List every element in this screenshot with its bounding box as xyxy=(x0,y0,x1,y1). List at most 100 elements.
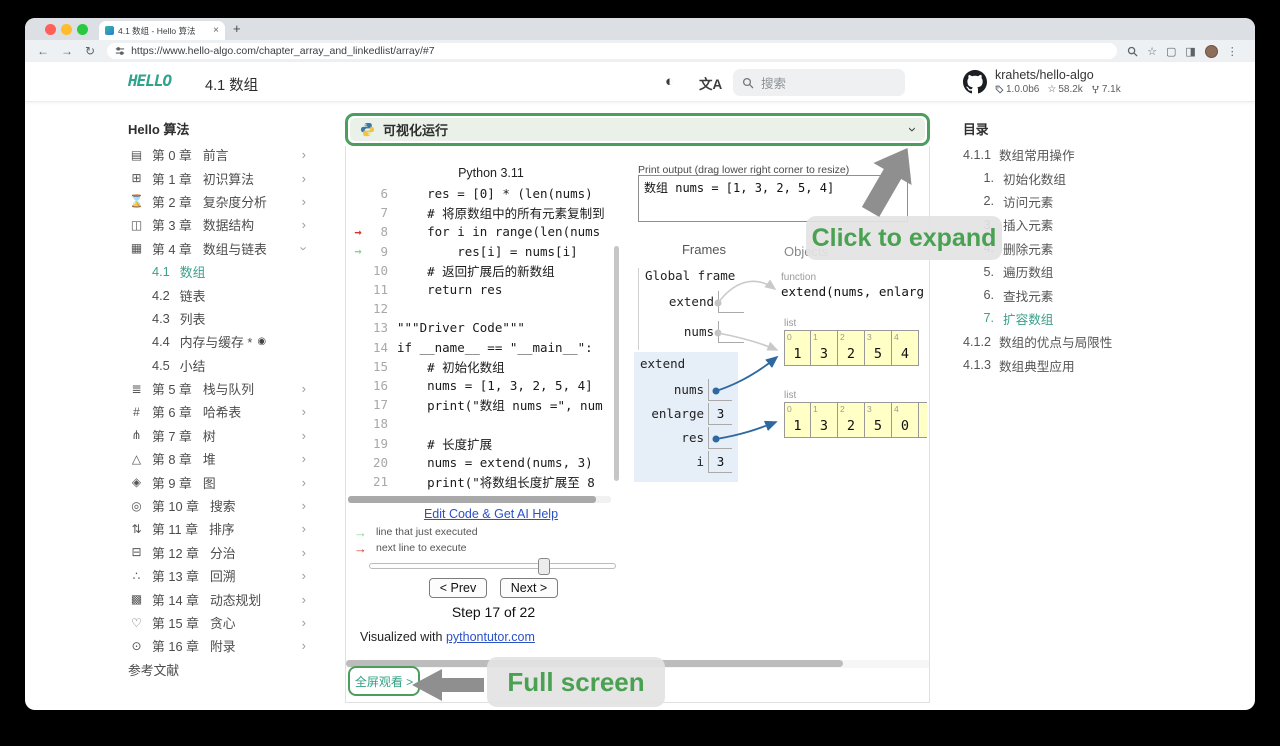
sidebar-chapter-item[interactable]: ⇅第 11 章排序› xyxy=(128,517,306,540)
chevron-right-icon[interactable]: › xyxy=(302,147,306,162)
zoom-icon[interactable] xyxy=(1127,46,1138,57)
edit-code-link[interactable]: Edit Code & Get AI Help xyxy=(381,507,601,521)
chevron-right-icon[interactable]: › xyxy=(302,194,306,209)
sidebar-chapter-item[interactable]: ⊞第 1 章初识算法› xyxy=(128,166,306,189)
click-to-expand-callout: Click to expand xyxy=(806,216,1002,260)
sidebar-chapter-item[interactable]: ◎第 10 章搜索› xyxy=(128,494,306,517)
github-repo-widget[interactable]: krahets/hello-algo 1.0.0b6 ☆58.2k 7.1k xyxy=(963,68,1121,95)
toc-item[interactable]: 1.初始化数组 xyxy=(963,166,1213,189)
pythontutor-link[interactable]: pythontutor.com xyxy=(446,630,535,644)
sidebar-section-item[interactable]: 4.3列表 xyxy=(128,307,306,330)
chevron-right-icon[interactable]: › xyxy=(302,381,306,396)
browser-menu-icon[interactable]: ⋮ xyxy=(1227,45,1238,58)
sidebar-section-item[interactable]: 4.4内存与缓存 *◉ xyxy=(128,330,306,353)
step-slider-thumb[interactable] xyxy=(538,558,550,575)
toc-item[interactable]: 5.遍历数组 xyxy=(963,260,1213,283)
close-window-button[interactable] xyxy=(45,24,56,35)
sidebar-chapter-item[interactable]: ∴第 13 章回溯› xyxy=(128,564,306,587)
address-bar[interactable]: https://www.hello-algo.com/chapter_array… xyxy=(107,43,1117,59)
site-settings-icon[interactable] xyxy=(115,46,125,56)
sidebar-chapter-item[interactable]: ▤第 0 章前言› xyxy=(128,143,306,166)
sidebar-chapter-item[interactable]: △第 8 章堆› xyxy=(128,447,306,470)
chapter-title: 分治 xyxy=(210,543,236,562)
chevron-right-icon[interactable]: › xyxy=(302,217,306,232)
sidebar-site-title[interactable]: Hello 算法 xyxy=(128,119,306,143)
visual-run-panel-header[interactable]: 可视化运行 › xyxy=(345,113,930,146)
sidebar-section-item[interactable]: 4.5小结 xyxy=(128,354,306,377)
search-input[interactable]: 搜索 xyxy=(733,69,905,96)
extensions-icon[interactable]: ▢ xyxy=(1166,45,1176,58)
code-horizontal-scrollbar[interactable] xyxy=(348,496,611,503)
code-text: return res xyxy=(397,282,502,297)
minimize-window-button[interactable] xyxy=(61,24,72,35)
sidebar-chapter-item[interactable]: ◫第 3 章数据结构› xyxy=(128,213,306,236)
var-i-cell: 3 xyxy=(708,451,732,473)
sidebar-chapter-item[interactable]: ⌛第 2 章复杂度分析› xyxy=(128,190,306,213)
runtime-label: Python 3.11 xyxy=(406,166,576,180)
forward-icon[interactable]: → xyxy=(61,44,73,58)
sidebar-chapter-item[interactable]: ≣第 5 章栈与队列› xyxy=(128,377,306,400)
chevron-down-icon[interactable]: › xyxy=(904,127,921,132)
chevron-right-icon[interactable]: › xyxy=(302,545,306,560)
toc-item[interactable]: 6.查找元素 xyxy=(963,283,1213,306)
chevron-right-icon[interactable]: › xyxy=(302,592,306,607)
theme-toggle-icon[interactable]: ◐ xyxy=(665,73,674,90)
toc-item[interactable]: 2.访问元素 xyxy=(963,190,1213,213)
section-title: 列表 xyxy=(180,309,206,328)
site-logo[interactable]: HELLO xyxy=(128,71,171,90)
sidebar-chapter-item[interactable]: ⋔第 7 章树› xyxy=(128,424,306,447)
chapter-number: 第 5 章 xyxy=(152,379,192,398)
var-extend-nums-cell xyxy=(708,379,732,401)
chevron-right-icon[interactable]: › xyxy=(302,404,306,419)
chevron-right-icon[interactable]: › xyxy=(302,451,306,466)
dynamic-programming-icon: ▩ xyxy=(128,592,145,606)
toc-item[interactable]: 4.1.3数组典型应用 xyxy=(963,354,1213,377)
reload-icon[interactable]: ↻ xyxy=(85,44,95,58)
sidebar-references-item[interactable]: 参考文献 xyxy=(128,658,306,681)
toc-item[interactable]: 7.扩容数组 xyxy=(963,307,1213,330)
sidebar-chapter-item[interactable]: ◈第 9 章图› xyxy=(128,470,306,493)
sidebar-chapter-item[interactable]: ▩第 14 章动态规划› xyxy=(128,587,306,610)
tab-close-icon[interactable]: × xyxy=(213,25,219,36)
chevron-right-icon[interactable]: › xyxy=(302,498,306,513)
chevron-right-icon[interactable]: › xyxy=(302,521,306,536)
browser-tab[interactable]: 4.1 数组 - Hello 算法 × xyxy=(99,21,225,40)
zoom-window-button[interactable] xyxy=(77,24,88,35)
line-number: 17 xyxy=(366,397,388,412)
chevron-right-icon[interactable]: › xyxy=(302,171,306,186)
list-object-res: 0113223540 xyxy=(784,402,927,438)
sidebar-chapter-item[interactable]: ⊟第 12 章分治› xyxy=(128,541,306,564)
sidebar-section-item[interactable]: 4.1数组 xyxy=(128,260,306,283)
chevron-right-icon[interactable]: › xyxy=(302,615,306,630)
profile-avatar[interactable] xyxy=(1205,45,1218,58)
code-pane[interactable]: 6 res = [0] * (len(nums)7 # 将原数组中的所有元素复制… xyxy=(350,184,605,491)
hash-table-icon: # xyxy=(128,405,145,419)
sidebar-chapter-item[interactable]: ♡第 15 章贪心› xyxy=(128,611,306,634)
step-slider[interactable] xyxy=(369,563,616,569)
side-panel-icon[interactable]: ◨ xyxy=(1185,45,1195,58)
sidebar-chapter-item[interactable]: ⊙第 16 章附录› xyxy=(128,634,306,657)
translate-icon[interactable]: 文A xyxy=(699,73,722,93)
url-text: https://www.hello-algo.com/chapter_array… xyxy=(131,45,435,57)
search-chapter-icon: ◎ xyxy=(128,499,145,513)
sidebar-chapter-item[interactable]: #第 6 章哈希表› xyxy=(128,400,306,423)
sidebar-section-item[interactable]: 4.2链表 xyxy=(128,283,306,306)
chevron-right-icon[interactable]: › xyxy=(302,428,306,443)
browser-toolbar: ← → ↻ https://www.hello-algo.com/chapter… xyxy=(25,40,1255,62)
back-icon[interactable]: ← xyxy=(37,44,49,58)
toc-item[interactable]: 4.1.1数组常用操作 xyxy=(963,143,1213,166)
chevron-right-icon[interactable]: › xyxy=(302,568,306,583)
chevron-right-icon[interactable]: › xyxy=(302,475,306,490)
cell-index: 1 xyxy=(813,332,818,342)
bookmark-star-icon[interactable]: ☆ xyxy=(1147,45,1157,58)
new-tab-button[interactable]: + xyxy=(233,21,241,36)
code-vertical-scrollbar[interactable] xyxy=(614,246,619,481)
chevron-expanded-icon[interactable]: › xyxy=(296,246,311,250)
prev-button[interactable]: < Prev xyxy=(429,578,487,598)
sidebar-chapter-item[interactable]: ▦第 4 章数组与链表› xyxy=(128,237,306,260)
next-button[interactable]: Next > xyxy=(500,578,558,598)
chevron-right-icon[interactable]: › xyxy=(302,638,306,653)
toc-item[interactable]: 4.1.2数组的优点与局限性 xyxy=(963,330,1213,353)
chapter-title: 复杂度分析 xyxy=(203,192,267,211)
fullscreen-button[interactable]: 全屏观看 > xyxy=(348,666,420,696)
